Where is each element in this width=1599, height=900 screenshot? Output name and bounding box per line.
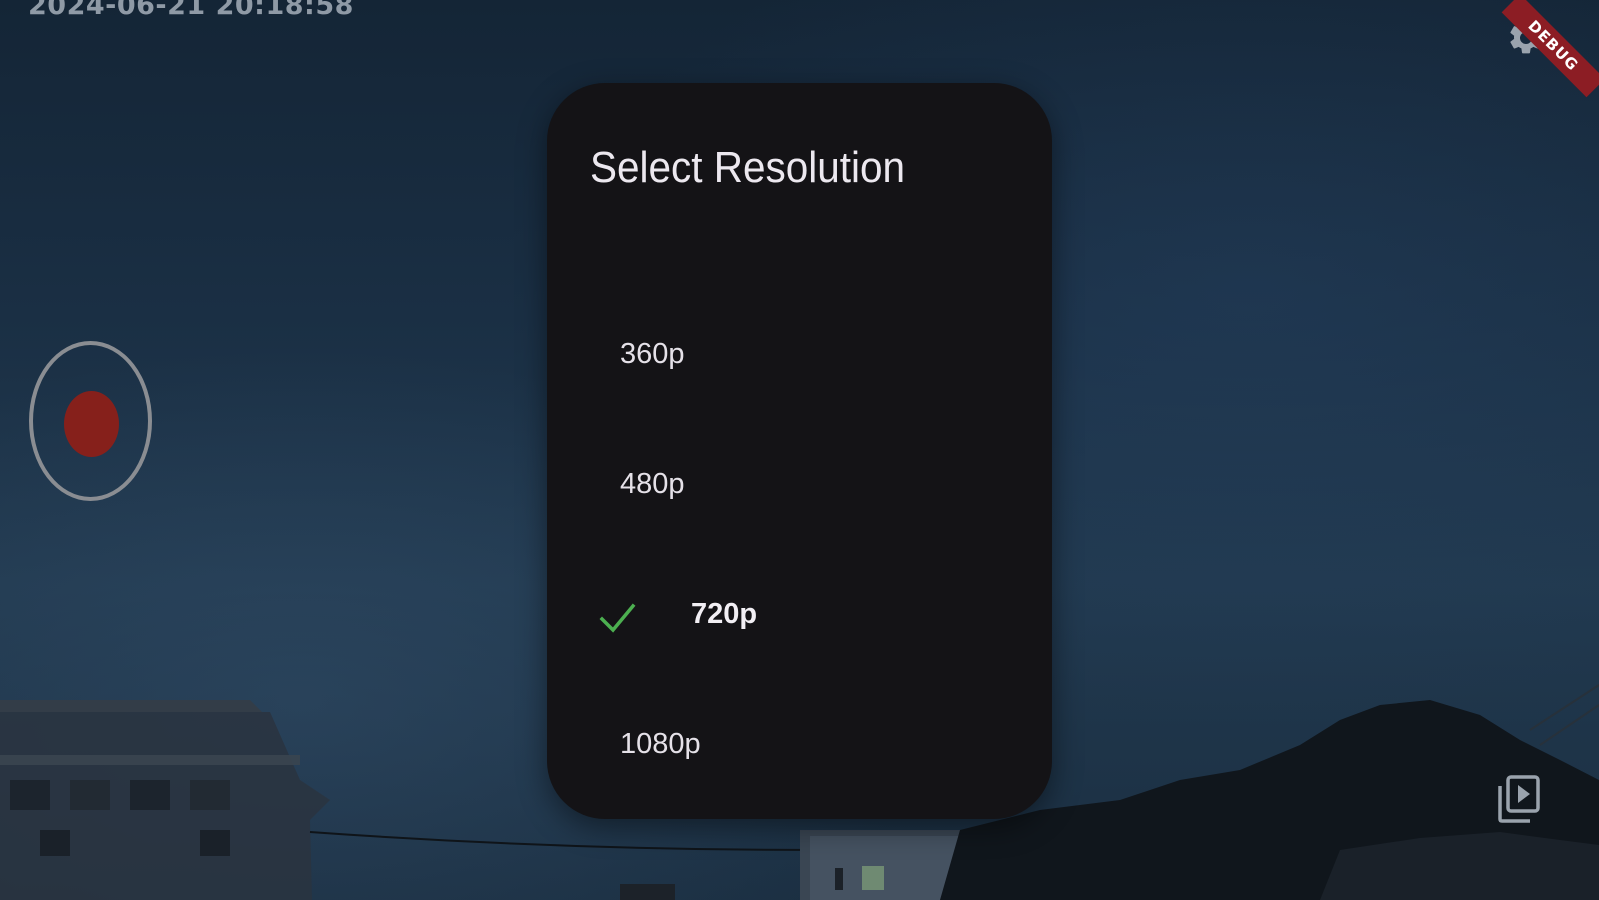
resolution-option-label: 1080p: [620, 728, 701, 760]
resolution-option-label: 480p: [620, 468, 685, 500]
resolution-option-480p[interactable]: 480p: [597, 438, 1027, 538]
resolution-option-1080p[interactable]: 1080p: [597, 698, 1027, 798]
resolution-option-720p[interactable]: 720p: [597, 568, 1027, 668]
record-icon: [64, 391, 119, 457]
recording-timestamp: 2024-06-21 20:18:58: [28, 0, 354, 21]
resolution-option-label: 360p: [620, 338, 685, 370]
camera-screen: 2024-06-21 20:18:58 DEBUG Select Resolut…: [0, 0, 1599, 900]
resolution-option-label: 720p: [691, 598, 758, 630]
video-library-icon[interactable]: [1497, 775, 1541, 823]
record-button[interactable]: [29, 341, 152, 501]
check-icon: [597, 598, 637, 638]
resolution-dialog: Select Resolution 360p 480p 720p 1080p: [547, 83, 1052, 819]
dialog-title: Select Resolution: [590, 143, 906, 192]
resolution-option-360p[interactable]: 360p: [597, 308, 1027, 408]
